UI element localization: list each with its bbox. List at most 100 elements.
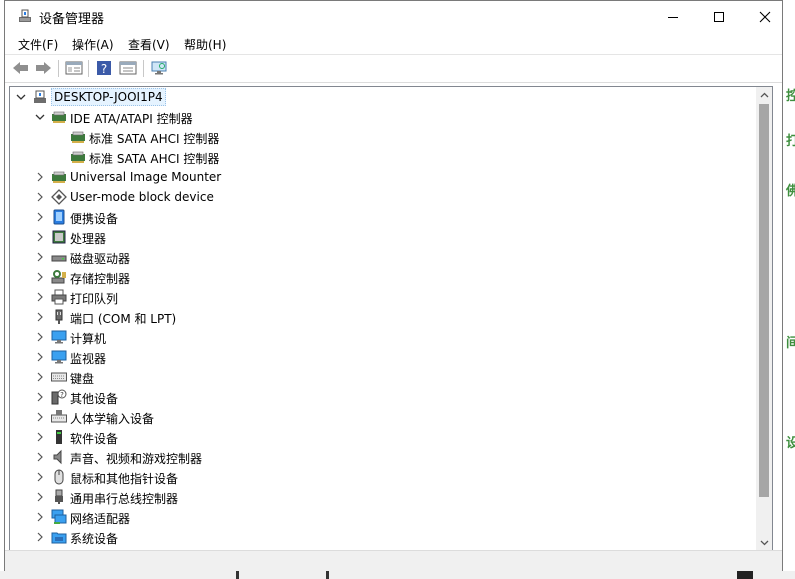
tree-category-keyboard[interactable]: 键盘 [10,367,756,387]
usb-icon [55,489,63,504]
menu-bar: 文件(F) 操作(A) 查看(V) 帮助(H) [5,32,782,55]
ide-controller-icon [71,151,85,163]
maximize-button[interactable] [696,1,742,32]
forward-arrow-icon [36,62,51,74]
background-glyph: 控 [786,89,795,104]
menu-view[interactable]: 查看(V) [128,36,170,53]
tree-category-label: 磁盘驱动器 [70,252,131,266]
chevron-right-icon[interactable] [33,210,47,224]
status-bar [5,550,782,571]
forward-button[interactable] [34,59,52,77]
maximize-icon [714,11,724,22]
tree-category-sound[interactable]: 声音、视频和游戏控制器 [10,447,756,467]
background-glyph: 设 [786,436,795,451]
toolbar-separator [58,60,59,77]
show-hide-console-tree-button[interactable] [65,59,83,77]
tree-device-sata-1[interactable]: 标准 SATA AHCI 控制器 [10,127,756,147]
device-manager-icon [19,9,31,22]
scan-hardware-button[interactable] [150,59,168,77]
tree-category-storage[interactable]: 存储控制器 [10,267,756,287]
tree-category-label: 处理器 [70,232,107,246]
chevron-right-icon[interactable] [33,170,47,184]
close-button[interactable] [742,1,788,32]
tree-root-computer[interactable]: DESKTOP-JOOI1P4 [10,87,756,107]
back-button[interactable] [12,59,30,77]
toolbar: ? [5,55,782,83]
vertical-scrollbar[interactable] [756,87,772,550]
chevron-right-icon[interactable] [33,430,47,444]
menu-action[interactable]: 操作(A) [72,36,114,53]
chevron-right-icon[interactable] [33,510,47,524]
chevron-right-icon[interactable] [33,470,47,484]
tree-category-label: 鼠标和其他指针设备 [70,472,179,486]
scroll-up-button[interactable] [756,87,772,103]
tree-category-portable[interactable]: 便携设备 [10,207,756,227]
chevron-right-icon[interactable] [33,490,47,504]
chevron-right-icon[interactable] [33,290,47,304]
tree-category-label: 监视器 [70,352,107,366]
chevron-right-icon[interactable] [33,350,47,364]
chevron-down-icon[interactable] [33,110,47,124]
background-glyph: 佛 [786,184,795,199]
tree-category-ide[interactable]: IDE ATA/ATAPI 控制器 [10,107,756,127]
tree-category-block-device[interactable]: User-mode block device [10,187,756,207]
storage-controller-icon [51,270,66,284]
chevron-right-icon[interactable] [33,530,47,544]
menu-file[interactable]: 文件(F) [18,36,58,53]
monitor-icon [51,350,67,364]
tree-category-label: 存储控制器 [70,272,131,286]
tree-category-mouse[interactable]: 鼠标和其他指针设备 [10,467,756,487]
speaker-icon [53,449,62,465]
menu-help[interactable]: 帮助(H) [184,36,226,53]
printer-icon [51,289,67,305]
tree-category-disk[interactable]: 磁盘驱动器 [10,247,756,267]
chevron-right-icon[interactable] [33,390,47,404]
tree-category-usb[interactable]: 通用串行总线控制器 [10,487,756,507]
tree-category-print-queue[interactable]: 打印队列 [10,287,756,307]
properties-icon [119,61,137,75]
help-button[interactable]: ? [95,59,113,77]
tree-category-ports[interactable]: 端口 (COM 和 LPT) [10,307,756,327]
tree-category-monitor[interactable]: 监视器 [10,347,756,367]
tree-category-label: 便携设备 [70,212,119,226]
tree-category-other[interactable]: ? 其他设备 [10,387,756,407]
tree-category-label: 声音、视频和游戏控制器 [70,452,203,466]
processor-icon [52,230,66,244]
chevron-right-icon[interactable] [33,250,47,264]
tree-category-label: 通用串行总线控制器 [70,492,179,506]
tree-category-label: 计算机 [70,332,107,346]
minimize-button[interactable] [650,1,696,32]
tree-category-network[interactable]: 网络适配器 [10,507,756,527]
background-right-edge: 控 打 佛 间 设 [783,0,795,579]
tree-category-label: 端口 (COM 和 LPT) [70,312,177,326]
background-glyph: 打 [786,134,795,149]
tree-category-image-mounter[interactable]: Universal Image Mounter [10,167,756,187]
port-connector-icon [55,309,63,324]
chevron-right-icon[interactable] [33,270,47,284]
chevron-right-icon[interactable] [33,310,47,324]
unknown-device-icon: ? [51,389,67,405]
chevron-right-icon[interactable] [33,190,47,204]
properties-button[interactable] [119,59,137,77]
tree-category-hid[interactable]: 人体学输入设备 [10,407,756,427]
tree-category-processor[interactable]: 处理器 [10,227,756,247]
tree-category-label: 其他设备 [70,392,119,406]
tree-category-system[interactable]: 系统设备 [10,527,756,547]
keyboard-icon [51,372,67,382]
close-icon [759,11,771,22]
chevron-right-icon[interactable] [33,370,47,384]
chevron-right-icon[interactable] [33,230,47,244]
device-tree-view[interactable]: DESKTOP-JOOI1P4 IDE ATA/ATAPI 控制器 标准 SAT… [9,86,773,551]
tree-category-label: User-mode block device [70,190,214,204]
scroll-down-button[interactable] [756,534,772,550]
tree-category-label: Universal Image Mounter [70,170,222,184]
chevron-right-icon[interactable] [33,450,47,464]
tree-category-computer[interactable]: 计算机 [10,327,756,347]
chevron-down-icon[interactable] [14,90,28,104]
help-icon: ? [97,61,111,76]
scroll-thumb[interactable] [759,104,769,497]
tree-device-sata-2[interactable]: 标准 SATA AHCI 控制器 [10,147,756,167]
chevron-right-icon[interactable] [33,410,47,424]
chevron-right-icon[interactable] [33,330,47,344]
tree-category-software[interactable]: 软件设备 [10,427,756,447]
